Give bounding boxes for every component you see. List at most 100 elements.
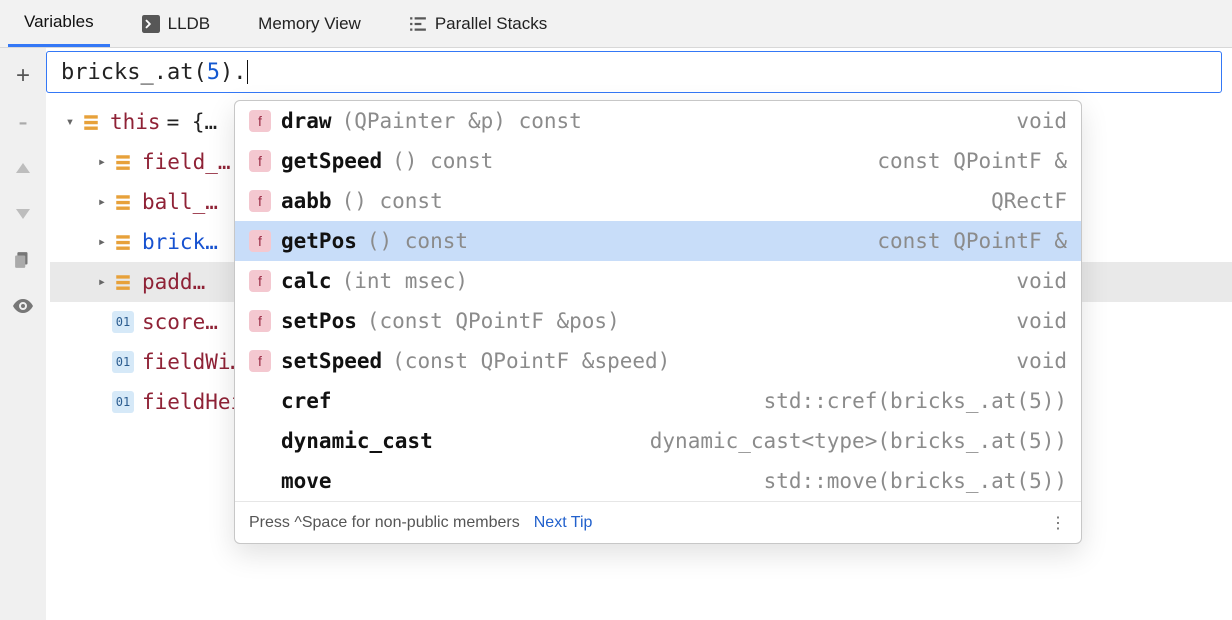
watch-visibility-button[interactable] bbox=[11, 294, 35, 318]
autocomplete-item-return-type: QRectF bbox=[991, 189, 1067, 213]
autocomplete-item[interactable]: move std::move(bricks_.at(5)) bbox=[235, 461, 1081, 501]
tab-lldb[interactable]: LLDB bbox=[126, 0, 227, 47]
autocomplete-item-return-type: dynamic_cast<type>(bricks_.at(5)) bbox=[650, 429, 1067, 453]
autocomplete-item-signature: (QPainter &p) const bbox=[342, 109, 582, 133]
tab-lldb-label: LLDB bbox=[168, 14, 211, 34]
int-icon: 01 bbox=[112, 391, 134, 413]
tab-memory-view[interactable]: Memory View bbox=[242, 0, 377, 47]
tab-memory-view-label: Memory View bbox=[258, 14, 361, 34]
tree-label-ball: ball_… bbox=[142, 190, 218, 214]
chevron-right-icon[interactable] bbox=[92, 154, 112, 170]
int-icon: 01 bbox=[112, 351, 134, 373]
autocomplete-item-signature: (int msec) bbox=[342, 269, 468, 293]
autocomplete-footer: Press ^Space for non-public members Next… bbox=[235, 501, 1081, 543]
struct-icon bbox=[112, 191, 134, 213]
autocomplete-item[interactable]: faabb() constQRectF bbox=[235, 181, 1081, 221]
tab-parallel-stacks-label: Parallel Stacks bbox=[435, 14, 547, 34]
tab-parallel-stacks[interactable]: Parallel Stacks bbox=[393, 0, 563, 47]
tree-label-fieldwidth: fieldWi… bbox=[142, 350, 243, 374]
tree-value-this: = {… bbox=[167, 110, 218, 134]
autocomplete-item-return-type: std::move(bricks_.at(5)) bbox=[764, 469, 1067, 493]
autocomplete-item-name: move bbox=[281, 469, 332, 493]
struct-icon bbox=[80, 111, 102, 133]
autocomplete-item-name: cref bbox=[281, 389, 332, 413]
autocomplete-item-name: setPos bbox=[281, 309, 357, 333]
autocomplete-item-signature: () const bbox=[342, 189, 443, 213]
triangle-down-icon bbox=[16, 209, 30, 219]
tab-variables[interactable]: Variables bbox=[8, 0, 110, 47]
autocomplete-list: fdraw(QPainter &p) constvoidfgetSpeed() … bbox=[235, 101, 1081, 501]
autocomplete-item-name: getPos bbox=[281, 229, 357, 253]
autocomplete-item-return-type: const QPointF & bbox=[877, 229, 1067, 253]
autocomplete-item[interactable]: cref std::cref(bricks_.at(5)) bbox=[235, 381, 1081, 421]
tree-label-brick: brick… bbox=[142, 230, 218, 254]
caret-icon bbox=[247, 60, 248, 84]
autocomplete-item-return-type: void bbox=[1016, 349, 1067, 373]
expression-arg: 5 bbox=[207, 60, 220, 85]
autocomplete-item-name: calc bbox=[281, 269, 332, 293]
autocomplete-item[interactable]: fgetPos () const const QPointF & bbox=[235, 221, 1081, 261]
collapse-up-button[interactable] bbox=[11, 156, 35, 180]
triangle-up-icon bbox=[16, 163, 30, 173]
parallel-stacks-icon bbox=[409, 15, 427, 33]
autocomplete-item-return-type: void bbox=[1016, 269, 1067, 293]
autocomplete-item-name: dynamic_cast bbox=[281, 429, 433, 453]
autocomplete-item-signature: () const bbox=[392, 149, 493, 173]
autocomplete-hint: Press ^Space for non-public members bbox=[249, 514, 520, 532]
tree-label-field: field_… bbox=[142, 150, 231, 174]
chevron-right-icon[interactable] bbox=[92, 234, 112, 250]
minus-icon: - bbox=[18, 108, 27, 136]
autocomplete-item-return-type: void bbox=[1016, 109, 1067, 133]
autocomplete-item[interactable]: dynamic_cast dynamic_cast<type>(bricks_.a… bbox=[235, 421, 1081, 461]
autocomplete-item[interactable]: f getSpeed () const const QPointF & bbox=[235, 141, 1081, 181]
function-icon: f bbox=[249, 110, 271, 132]
autocomplete-popup: fdraw(QPainter &p) constvoidfgetSpeed() … bbox=[234, 100, 1082, 544]
remove-watch-button[interactable]: - bbox=[11, 110, 35, 134]
chevron-right-icon[interactable] bbox=[92, 274, 112, 290]
icon-spacer bbox=[249, 470, 271, 492]
add-watch-button[interactable]: + bbox=[11, 64, 35, 88]
tree-label-this: this bbox=[110, 110, 161, 134]
int-icon: 01 bbox=[112, 311, 134, 333]
autocomplete-item-signature: (const QPointF &pos) bbox=[367, 309, 620, 333]
autocomplete-item[interactable]: fdraw (QPainter &p) const void bbox=[235, 101, 1081, 141]
autocomplete-item[interactable]: fsetSpeed(const QPointF &speed)void bbox=[235, 341, 1081, 381]
function-icon: f bbox=[249, 150, 271, 172]
struct-icon bbox=[112, 151, 134, 173]
function-icon: f bbox=[249, 270, 271, 292]
icon-spacer bbox=[249, 390, 271, 412]
autocomplete-item-name: draw bbox=[281, 109, 332, 133]
watch-expression-input[interactable]: bricks_.at(5). bbox=[46, 51, 1222, 93]
copy-icon bbox=[14, 251, 32, 269]
more-icon[interactable]: ⋮ bbox=[1050, 513, 1067, 533]
icon-spacer bbox=[249, 430, 271, 452]
autocomplete-item-return-type: void bbox=[1016, 309, 1067, 333]
tree-label-score: score… bbox=[142, 310, 218, 334]
struct-icon bbox=[112, 231, 134, 253]
autocomplete-item[interactable]: fcalc (int msec) void bbox=[235, 261, 1081, 301]
autocomplete-item-name: aabb bbox=[281, 189, 332, 213]
expression-prefix: bricks_.at( bbox=[61, 60, 207, 85]
autocomplete-item-signature: () const bbox=[367, 229, 468, 253]
gutter-toolbar: + - bbox=[0, 48, 46, 620]
collapse-down-button[interactable] bbox=[11, 202, 35, 226]
expression-suffix: ). bbox=[220, 60, 247, 85]
autocomplete-item-return-type: std::cref(bricks_.at(5)) bbox=[764, 389, 1067, 413]
autocomplete-item-return-type: const QPointF & bbox=[877, 149, 1067, 173]
autocomplete-item-name: getSpeed bbox=[281, 149, 382, 173]
chevron-down-icon[interactable] bbox=[60, 114, 80, 130]
tab-variables-label: Variables bbox=[24, 12, 94, 32]
next-tip-link[interactable]: Next Tip bbox=[534, 514, 593, 532]
tree-label-padd: padd… bbox=[142, 270, 205, 294]
autocomplete-item-name: setSpeed bbox=[281, 349, 382, 373]
autocomplete-item-signature: (const QPointF &speed) bbox=[392, 349, 670, 373]
eye-icon bbox=[13, 299, 33, 313]
plus-icon: + bbox=[16, 64, 30, 88]
function-icon: f bbox=[249, 310, 271, 332]
autocomplete-item[interactable]: fsetPos (const QPointF &pos) void bbox=[235, 301, 1081, 341]
struct-icon bbox=[112, 271, 134, 293]
copy-button[interactable] bbox=[11, 248, 35, 272]
chevron-right-icon[interactable] bbox=[92, 194, 112, 210]
function-icon: f bbox=[249, 230, 271, 252]
tab-bar: Variables LLDB Memory View Para bbox=[0, 0, 1232, 48]
